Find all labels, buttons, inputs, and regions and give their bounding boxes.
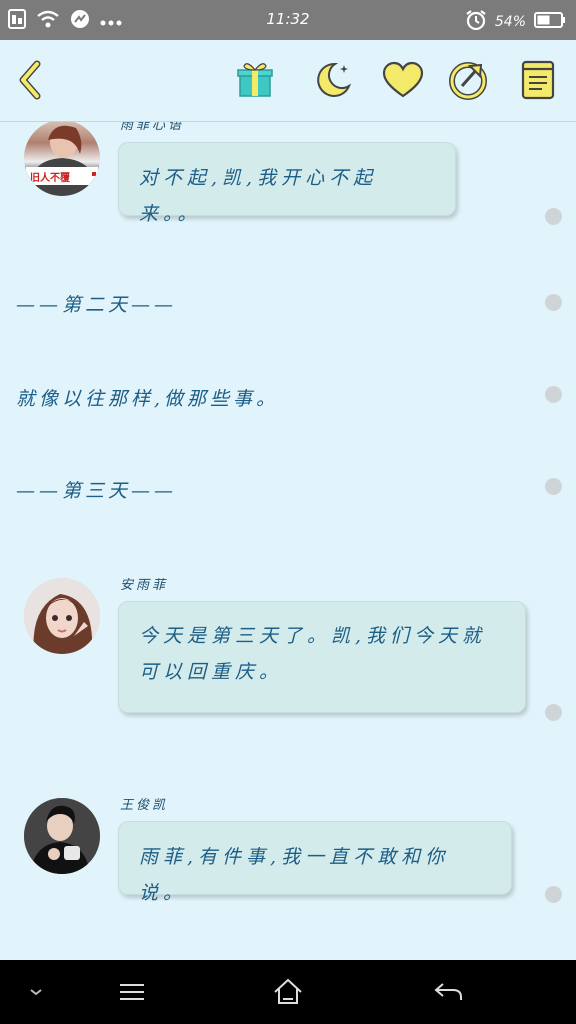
avatar[interactable] <box>24 578 100 654</box>
avatar-photo <box>24 578 100 654</box>
sender-name: 雨菲心语 <box>120 122 185 133</box>
avatar[interactable]: 旧人不覆 <box>24 122 100 196</box>
message-text-line: 今天是第三天了。凯,我们今天就 <box>139 625 487 647</box>
sender-name: 王俊凯 <box>120 798 169 813</box>
avatar-caption: 旧人不覆 <box>30 173 70 184</box>
menu-icon <box>120 984 144 1000</box>
collapse-button[interactable] <box>14 974 58 1010</box>
moon-icon <box>317 62 352 97</box>
book-icon <box>521 60 555 100</box>
sender-name: 安雨菲 <box>120 578 169 593</box>
nav-back-button[interactable] <box>426 974 470 1010</box>
home-button[interactable] <box>266 974 310 1010</box>
list-item-dot <box>545 386 562 403</box>
share-button[interactable] <box>446 58 490 102</box>
day-divider: ——第二天—— <box>16 294 178 316</box>
toolbar <box>0 40 576 122</box>
message-text-line: 可以回重庆。 <box>139 661 284 683</box>
gift-icon <box>237 63 273 97</box>
nav-back-icon <box>434 983 462 1000</box>
collapse-icon <box>30 989 42 996</box>
alarm-icon <box>465 9 487 35</box>
home-icon <box>274 978 302 1004</box>
battery-percent: 54% <box>494 14 526 30</box>
status-right: 54% <box>465 9 566 35</box>
gift-button[interactable] <box>233 58 277 102</box>
night-mode-button[interactable] <box>311 58 355 102</box>
avatar[interactable] <box>24 798 100 874</box>
status-bar: 11:32 54% <box>0 0 576 40</box>
battery-icon <box>534 11 566 33</box>
navigation-bar <box>0 960 576 1024</box>
message-text: 对不起,凯,我开心不起来。。 <box>139 167 378 225</box>
favorite-button[interactable] <box>381 58 425 102</box>
avatar-photo <box>24 798 100 874</box>
day-divider: ——第三天—— <box>16 480 178 502</box>
list-item-dot <box>545 478 562 495</box>
menu-button[interactable] <box>110 974 154 1010</box>
back-icon <box>19 60 41 100</box>
book-button[interactable] <box>516 58 560 102</box>
share-icon <box>449 62 487 100</box>
heart-icon <box>382 61 424 98</box>
message-bubble[interactable]: 雨菲,有件事,我一直不敢和你说。 <box>118 821 512 904</box>
narration-text: 就像以往那样,做那些事。 <box>16 388 280 410</box>
avatar-photo <box>26 125 98 196</box>
list-item-dot <box>545 704 562 721</box>
list-item-dot <box>545 886 562 903</box>
chat-content[interactable]: 雨菲心语 旧人不覆 对不起,凯,我开心不起来。。 ——第二天—— 就像以往那样,… <box>0 122 576 960</box>
message-bubble[interactable]: 对不起,凯,我开心不起来。。 <box>118 142 456 225</box>
list-item-dot <box>545 208 562 225</box>
list-item-dot <box>545 294 562 311</box>
message-bubble[interactable]: 今天是第三天了。凯,我们今天就 可以回重庆。 <box>118 601 526 713</box>
message-text: 雨菲,有件事,我一直不敢和你说。 <box>139 846 450 904</box>
back-button[interactable] <box>8 58 52 102</box>
